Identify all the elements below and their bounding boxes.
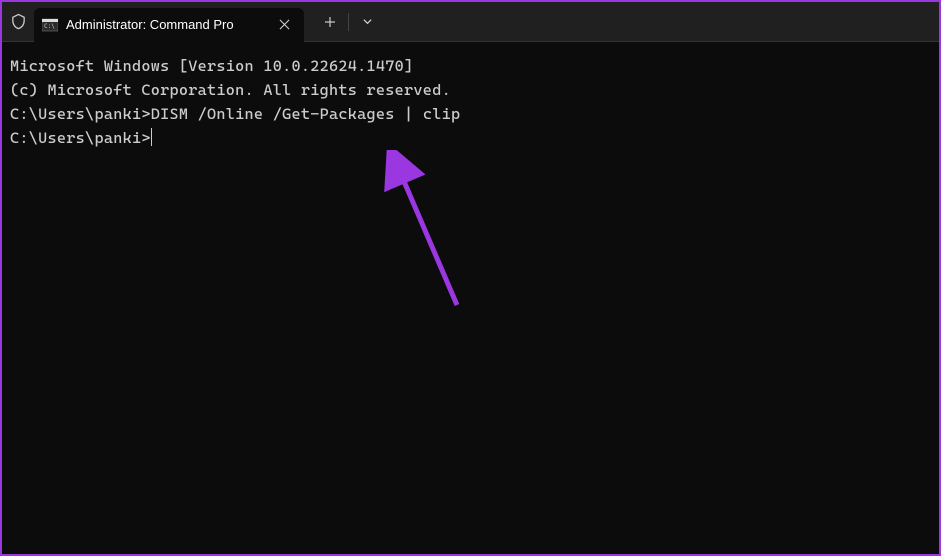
tab-dropdown-button[interactable] bbox=[349, 7, 385, 37]
terminal-output[interactable]: Microsoft Windows [Version 10.0.22624.14… bbox=[2, 42, 939, 162]
prompt: C:\Users\panki> bbox=[10, 105, 151, 123]
cmd-icon: C:\ bbox=[42, 17, 58, 33]
command-line-1: C:\Users\panki>DISM /Online /Get-Package… bbox=[10, 102, 931, 126]
tab-actions bbox=[312, 2, 385, 42]
tab-close-button[interactable] bbox=[274, 15, 294, 35]
svg-text:C:\: C:\ bbox=[44, 23, 55, 30]
tab-title: Administrator: Command Pro bbox=[66, 17, 266, 32]
copyright-line: (c) Microsoft Corporation. All rights re… bbox=[10, 78, 931, 102]
cursor bbox=[151, 128, 153, 146]
prompt: C:\Users\panki> bbox=[10, 129, 151, 147]
annotation-arrow bbox=[372, 150, 492, 320]
active-tab[interactable]: C:\ Administrator: Command Pro bbox=[34, 8, 304, 42]
shield-icon bbox=[2, 2, 34, 42]
version-line: Microsoft Windows [Version 10.0.22624.14… bbox=[10, 54, 931, 78]
new-tab-button[interactable] bbox=[312, 7, 348, 37]
command-line-2: C:\Users\panki> bbox=[10, 126, 931, 150]
titlebar: C:\ Administrator: Command Pro bbox=[2, 2, 939, 42]
command-text: DISM /Online /Get-Packages | clip bbox=[151, 105, 461, 123]
